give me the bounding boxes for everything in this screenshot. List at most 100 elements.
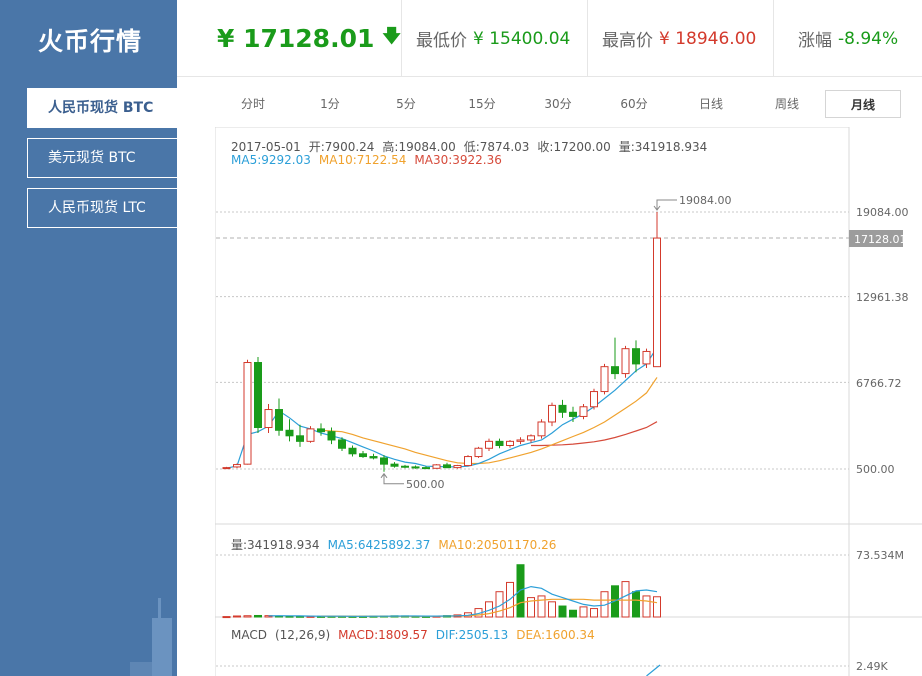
ma5-line: [226, 347, 658, 469]
macd-dif: DIF:2505.13: [435, 628, 509, 642]
volume-bar: [590, 608, 598, 618]
tab-timeshare[interactable]: 分时: [223, 90, 283, 118]
ma30-legend: MA30:3922.36: [414, 153, 502, 167]
kline-ma-legend: MA5:9292.03 MA10:7122.54 MA30:3922.36: [231, 153, 510, 167]
max-price-leader: [656, 199, 677, 210]
ma30-line: [531, 421, 658, 447]
candle-body: [506, 440, 514, 446]
volume-bar: [632, 591, 640, 618]
candle-body: [254, 362, 262, 429]
candle-body: [233, 464, 241, 468]
moving-average-lines: [226, 347, 658, 469]
tab-60min[interactable]: 60分: [604, 90, 664, 118]
volume-bar: [548, 601, 556, 618]
candle-body: [338, 439, 346, 449]
macd-dif-line: [646, 664, 661, 676]
candle-body: [611, 366, 619, 375]
candle-body: [243, 362, 252, 465]
change-value: -8.94%: [838, 28, 899, 49]
volume-legend: 量:341918.934 MA5:6425892.37 MA10:20501170.…: [231, 536, 564, 553]
volume-value: 量:341918.934: [231, 538, 320, 552]
candle-body: [527, 435, 535, 441]
kline-chart[interactable]: 19084.00 12961.38 6766.72 500.00 17128.0…: [215, 127, 922, 676]
tab-1min[interactable]: 1分: [300, 90, 360, 118]
low-price-value: ¥ 15400.04: [473, 28, 571, 49]
sidebar-nav: 人民币现货 BTC 美元现货 BTC 人民币现货 LTC: [27, 88, 177, 238]
tab-30min[interactable]: 30分: [528, 90, 588, 118]
sidebar-item-usd-btc[interactable]: 美元现货 BTC: [27, 138, 177, 178]
volume-bar: [558, 605, 567, 618]
candlesticks: [222, 212, 661, 472]
macd-dea: DEA:1600.34: [516, 628, 595, 642]
kline-close: 收:17200.00: [537, 140, 611, 154]
candle-body: [464, 456, 472, 467]
candle-body: [474, 447, 483, 458]
low-price-cell: 最低价 ¥ 15400.04: [402, 0, 588, 77]
macd-name: MACD: [231, 628, 267, 642]
volume-ma5-legend: MA5:6425892.37: [327, 538, 431, 552]
candle-body: [579, 406, 588, 417]
min-price-leader: [383, 473, 404, 485]
macd-value: MACD:1809.57: [338, 628, 428, 642]
max-price-annotation: 19084.00: [679, 194, 732, 207]
change-label: 涨幅: [798, 31, 832, 51]
candle-body: [590, 391, 598, 408]
candle-body: [222, 467, 231, 470]
tab-15min[interactable]: 15分: [452, 90, 512, 118]
candle-body: [632, 348, 640, 365]
kline-date: 2017-05-01: [231, 140, 301, 154]
kline-chart-canvas[interactable]: 19084.00 12961.38 6766.72 500.00 17128.0…: [215, 127, 922, 676]
high-price-value: ¥ 18946.00: [659, 28, 757, 49]
candle-body: [401, 465, 409, 468]
period-tabs: 分时 1分 5分 15分 30分 60分 日线 周线 月线: [215, 90, 901, 120]
ma5-legend: MA5:9292.03: [231, 153, 311, 167]
candle-body: [443, 464, 451, 469]
candle-body: [296, 435, 304, 442]
volume-bar: [222, 616, 231, 619]
tab-weekly[interactable]: 周线: [757, 90, 817, 118]
tab-monthly[interactable]: 月线: [825, 90, 901, 118]
candle-body: [642, 350, 651, 365]
ma10-legend: MA10:7122.54: [318, 153, 407, 167]
sidebar-item-cny-btc[interactable]: 人民币现货 BTC: [27, 88, 177, 128]
app-root: 火币行情 人民币现货 BTC 美元现货 BTC 人民币现货 LTC ¥ 1712…: [0, 0, 922, 676]
kline-volume: 量:341918.934: [618, 140, 708, 154]
macd-y-max-label: 2.49K: [856, 660, 888, 673]
candle-body: [516, 439, 525, 442]
candle-body: [275, 409, 283, 431]
current-price-cell: ¥ 17128.01 🡇: [177, 0, 402, 77]
price-down-arrow-icon: 🡇: [382, 25, 401, 47]
current-price-tag-label: 17128.01: [854, 233, 907, 246]
candle-body: [327, 431, 336, 441]
candle-body: [453, 465, 462, 469]
volume-bar: [537, 595, 546, 618]
y-tick-label: 6766.72: [856, 377, 902, 390]
macd-legend: MACD (12,26,9) MACD:1809.57 DIF:2505.13 DEA:…: [231, 628, 603, 642]
tab-daily[interactable]: 日线: [681, 90, 741, 118]
y-tick-label: 12961.38: [856, 291, 909, 304]
candle-body: [548, 404, 556, 423]
volume-ma5-line: [268, 585, 658, 617]
y-tick-label: 500.00: [856, 463, 895, 476]
volume-bar: [653, 596, 661, 618]
candle-body: [359, 453, 367, 458]
change-cell: 涨幅 -8.94%: [774, 0, 922, 77]
candle-body: [348, 447, 357, 455]
candle-body: [422, 467, 430, 470]
low-price-label: 最低价: [416, 31, 467, 51]
candle-body: [264, 409, 273, 429]
ticker-header: ¥ 17128.01 🡇 最低价 ¥ 15400.04 最高价 ¥ 18946.…: [177, 0, 922, 77]
macd-lines: [216, 664, 849, 676]
volume-bar: [569, 609, 577, 618]
tab-5min[interactable]: 5分: [376, 90, 436, 118]
high-price-label: 最高价: [602, 31, 653, 51]
candle-body: [537, 421, 546, 437]
y-tick-label: 19084.00: [856, 206, 909, 219]
candle-body: [369, 456, 378, 459]
sidebar-item-cny-ltc[interactable]: 人民币现货 LTC: [27, 188, 177, 228]
app-title: 火币行情: [38, 27, 143, 56]
macd-params: (12,26,9): [274, 628, 331, 642]
candle-body: [653, 237, 661, 368]
candle-body: [495, 440, 504, 446]
sidebar: 火币行情 人民币现货 BTC 美元现货 BTC 人民币现货 LTC: [0, 0, 177, 676]
